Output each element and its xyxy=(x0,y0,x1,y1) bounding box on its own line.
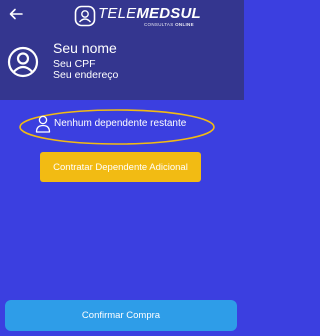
logo-subtext: CONSULTAS ONLINE xyxy=(144,22,194,28)
arrow-left-icon xyxy=(9,8,23,20)
logo-text-light: TELE xyxy=(98,5,137,22)
app-header: TELEMEDSUL CONSULTAS ONLINE Seu nome Seu… xyxy=(0,0,244,100)
back-button[interactable] xyxy=(7,5,25,23)
user-circle-icon xyxy=(7,46,39,78)
person-icon xyxy=(35,115,51,133)
confirm-purchase-button[interactable]: Confirmar Compra xyxy=(5,300,237,331)
no-dependents-text: Nenhum dependente restante xyxy=(54,118,187,129)
profile-name: Seu nome xyxy=(53,40,117,56)
logo-subtext-light: CONSULTAS xyxy=(144,22,174,27)
logo-text-bold: MEDSUL xyxy=(136,5,201,22)
no-dependents-message: Nenhum dependente restante xyxy=(35,113,186,135)
add-dependent-button[interactable]: Contratar Dependente Adicional xyxy=(40,152,201,182)
logo-mark-icon xyxy=(74,5,96,27)
profile-address: Seu endereço xyxy=(53,69,119,81)
logo-subtext-bold: ONLINE xyxy=(175,22,194,27)
logo-text: TELEMEDSUL xyxy=(98,6,201,22)
telemedsul-logo: TELEMEDSUL CONSULTAS ONLINE xyxy=(74,5,204,29)
